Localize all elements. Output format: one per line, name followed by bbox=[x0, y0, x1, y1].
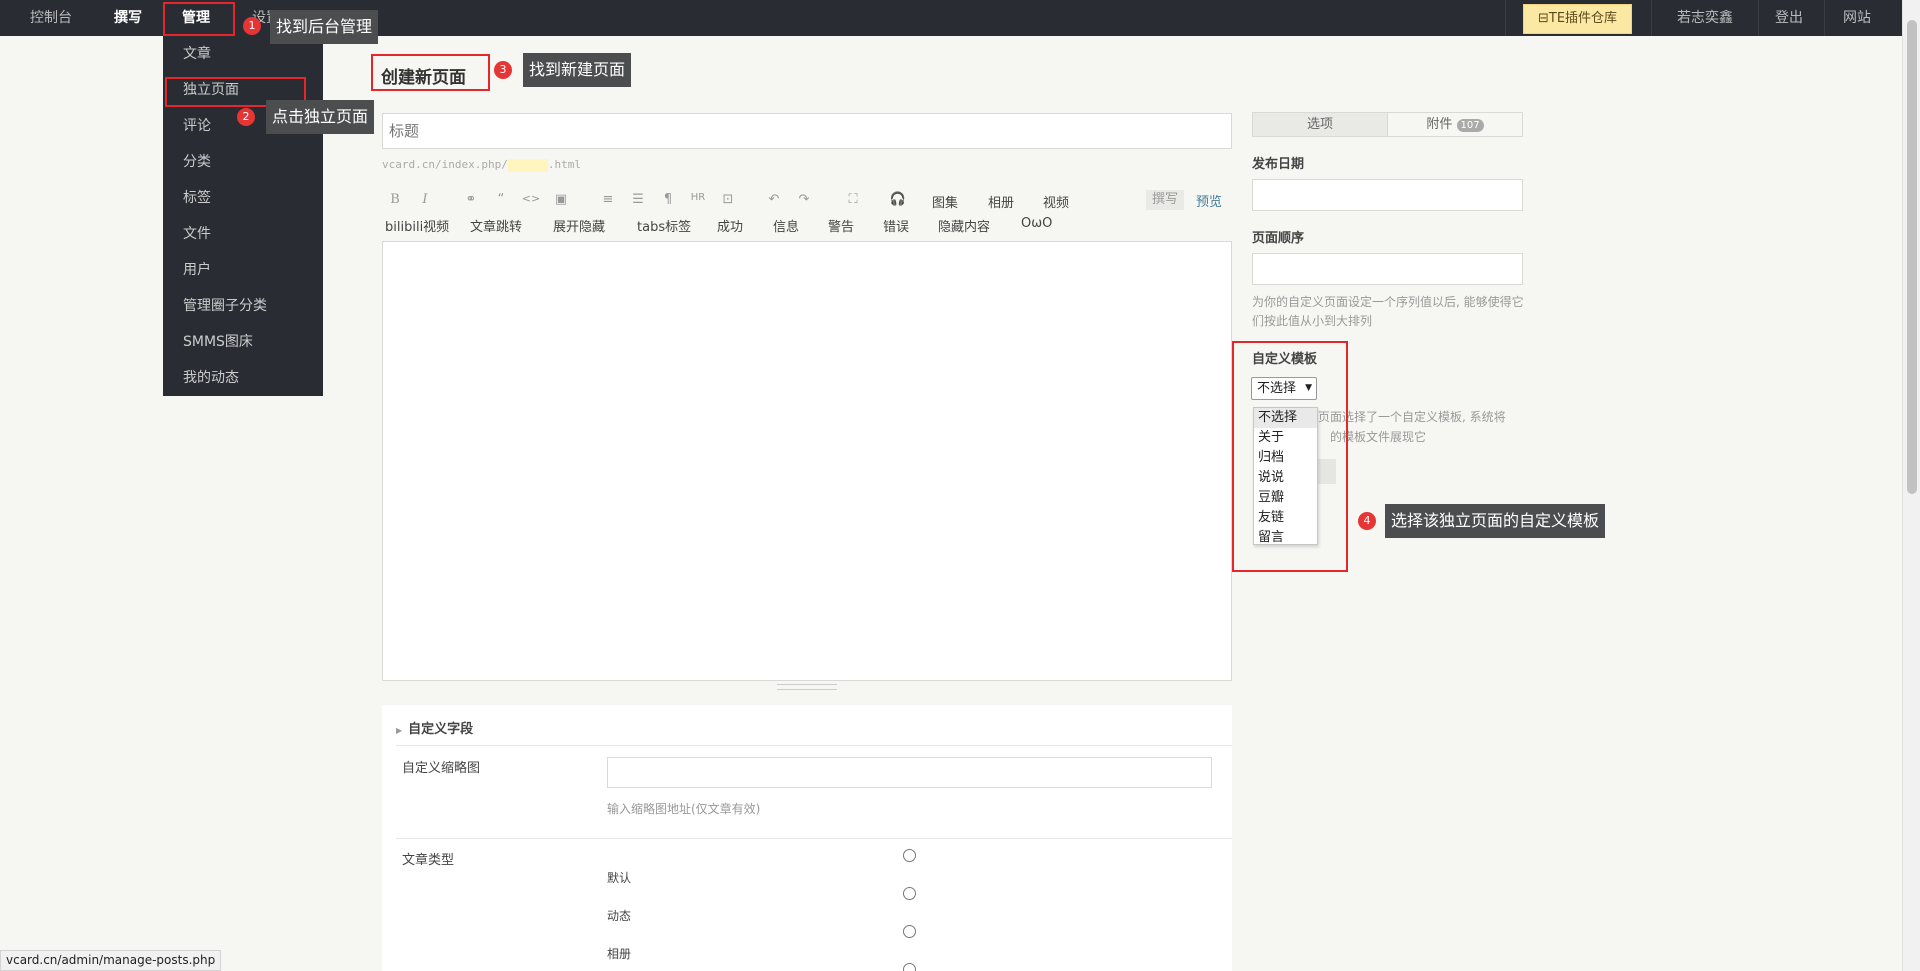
step-badge-2: 2 bbox=[237, 108, 255, 126]
editor-resize-handle[interactable] bbox=[777, 684, 837, 690]
radio-default[interactable] bbox=[903, 849, 916, 862]
undo-icon[interactable]: ↶ bbox=[764, 192, 784, 207]
preview-button[interactable]: 预览 bbox=[1196, 191, 1222, 210]
nav-divider bbox=[1505, 0, 1506, 36]
divider bbox=[396, 745, 1232, 746]
tooltip-step-4: 选择该独立页面的自定义模板 bbox=[1385, 504, 1606, 538]
unordered-list-icon[interactable]: ☰ bbox=[628, 192, 648, 207]
custom-fields-panel: ▶ 自定义字段 自定义缩略图 输入缩略图地址(仅文章有效) 文章类型 默认 动态 … bbox=[382, 705, 1232, 971]
menu-item-tags[interactable]: 标签 bbox=[183, 188, 211, 208]
toolbar-hidden-content[interactable]: 隐藏内容 bbox=[938, 216, 990, 235]
menu-item-comments[interactable]: 评论 bbox=[183, 116, 211, 136]
link-icon[interactable]: ⚭ bbox=[461, 192, 481, 207]
toolbar-success[interactable]: 成功 bbox=[717, 216, 743, 235]
sidebar-tabs: 选项 附件 107 bbox=[1252, 112, 1523, 137]
scroll-thumb[interactable] bbox=[1907, 20, 1917, 494]
highlight-new-page bbox=[371, 54, 490, 91]
redo-icon[interactable]: ↷ bbox=[794, 192, 814, 207]
nav-divider bbox=[1651, 0, 1652, 36]
post-type-label: 文章类型 bbox=[402, 853, 455, 868]
toolbar-error[interactable]: 错误 bbox=[883, 216, 909, 235]
toolbar-redirect[interactable]: 文章跳转 bbox=[470, 216, 522, 235]
nav-user[interactable]: 若志奕鑫 bbox=[1677, 0, 1733, 36]
menu-item-activity[interactable]: 我的动态 bbox=[183, 368, 239, 388]
nav-site[interactable]: 网站 bbox=[1843, 0, 1871, 36]
toolbar-warning[interactable]: 警告 bbox=[828, 216, 854, 235]
write-mode-button[interactable]: 撰写 bbox=[1146, 190, 1184, 210]
title-input[interactable] bbox=[382, 113, 1232, 149]
page-order-label: 页面顺序 bbox=[1252, 231, 1305, 246]
image-icon[interactable]: ▣ bbox=[551, 192, 571, 207]
page-scrollbar[interactable] bbox=[1902, 0, 1920, 971]
nav-write[interactable]: 撰写 bbox=[114, 0, 142, 36]
plugin-store-button[interactable]: ⊟TE插件仓库 bbox=[1523, 4, 1632, 34]
slug-input[interactable] bbox=[507, 158, 548, 172]
step-badge-1: 1 bbox=[243, 17, 261, 35]
menu-item-smms[interactable]: SMMS图床 bbox=[183, 332, 253, 352]
menu-item-circle-categories[interactable]: 管理圈子分类 bbox=[183, 296, 267, 316]
thumb-url-input[interactable] bbox=[607, 757, 1212, 788]
thumb-label: 自定义缩略图 bbox=[402, 761, 481, 776]
highlight-manage bbox=[163, 2, 235, 36]
toolbar-bilibili[interactable]: bilibili视频 bbox=[385, 216, 449, 235]
nav-dashboard[interactable]: 控制台 bbox=[30, 0, 72, 36]
plugin-store-icon: ⊟ bbox=[1537, 11, 1549, 26]
template-hint-2: 的模板文件展现它 bbox=[1330, 430, 1427, 444]
tab-attachments[interactable]: 附件 107 bbox=[1388, 113, 1522, 136]
type-option-album: 相册 bbox=[607, 947, 632, 961]
content-editor[interactable] bbox=[382, 241, 1232, 681]
slug-line: vcard.cn/index.php/ .html bbox=[382, 158, 581, 172]
page-order-input[interactable] bbox=[1252, 253, 1523, 285]
toolbar-collapse[interactable]: 展开隐藏 bbox=[553, 216, 605, 235]
tooltip-step-2: 点击独立页面 bbox=[266, 100, 375, 134]
tooltip-step-3: 找到新建页面 bbox=[523, 53, 632, 87]
headphones-icon[interactable]: 🎧 bbox=[888, 192, 908, 207]
radio-dynamic[interactable] bbox=[903, 887, 916, 900]
bold-icon[interactable]: B bbox=[385, 192, 405, 207]
step-badge-4: 4 bbox=[1358, 512, 1376, 530]
tab-options[interactable]: 选项 bbox=[1253, 113, 1388, 136]
type-option-default: 默认 bbox=[607, 871, 632, 885]
toolbar-gallery[interactable]: 图集 bbox=[932, 192, 958, 211]
toolbar-video[interactable]: 视频 bbox=[1043, 192, 1069, 211]
menu-item-posts[interactable]: 文章 bbox=[183, 44, 211, 64]
slug-prefix: vcard.cn/index.php/ bbox=[382, 158, 508, 171]
toolbar-info[interactable]: 信息 bbox=[773, 216, 799, 235]
highlight-template bbox=[1232, 341, 1348, 572]
heading-icon[interactable]: ¶ bbox=[658, 192, 678, 207]
attachment-count-badge: 107 bbox=[1456, 119, 1484, 132]
browser-status-url: vcard.cn/admin/manage-posts.php bbox=[0, 950, 222, 971]
radio-more[interactable] bbox=[903, 963, 916, 971]
nav-divider bbox=[1758, 0, 1759, 36]
custom-fields-heading[interactable]: ▶ 自定义字段 bbox=[396, 718, 473, 737]
tooltip-step-1: 找到后台管理 bbox=[270, 10, 379, 44]
radio-album[interactable] bbox=[903, 925, 916, 938]
thumb-hint: 输入缩略图地址(仅文章有效) bbox=[607, 802, 761, 816]
publish-date-label: 发布日期 bbox=[1252, 157, 1305, 172]
type-option-dynamic: 动态 bbox=[607, 909, 632, 923]
quote-icon[interactable]: “ bbox=[491, 192, 511, 207]
step-badge-3: 3 bbox=[494, 61, 512, 79]
hr-icon[interactable]: HR bbox=[688, 192, 708, 203]
publish-date-input[interactable] bbox=[1252, 179, 1523, 211]
menu-item-users[interactable]: 用户 bbox=[183, 260, 211, 280]
menu-item-categories[interactable]: 分类 bbox=[183, 152, 211, 172]
triangle-right-icon: ▶ bbox=[396, 726, 403, 735]
toolbar-owo[interactable]: OωO bbox=[1021, 216, 1052, 231]
nav-divider bbox=[1824, 0, 1825, 36]
nav-logout[interactable]: 登出 bbox=[1775, 0, 1803, 36]
italic-icon[interactable]: I bbox=[415, 192, 435, 207]
menu-item-files[interactable]: 文件 bbox=[183, 224, 211, 244]
fullscreen-icon[interactable]: ⛶ bbox=[843, 192, 863, 207]
divider bbox=[396, 838, 1232, 839]
toolbar-tabs[interactable]: tabs标签 bbox=[637, 216, 691, 235]
template-hint: 页面选择了一个自定义模板, 系统将 bbox=[1318, 410, 1506, 424]
more-icon[interactable]: ⊡ bbox=[718, 192, 738, 207]
ordered-list-icon[interactable]: ≡ bbox=[598, 192, 618, 207]
slug-suffix: .html bbox=[547, 158, 581, 171]
toolbar-album[interactable]: 相册 bbox=[988, 192, 1014, 211]
page-order-hint: 为你的自定义页面设定一个序列值以后, 能够使得它们按此值从小到大排列 bbox=[1252, 295, 1524, 328]
code-icon[interactable]: <> bbox=[521, 192, 541, 205]
